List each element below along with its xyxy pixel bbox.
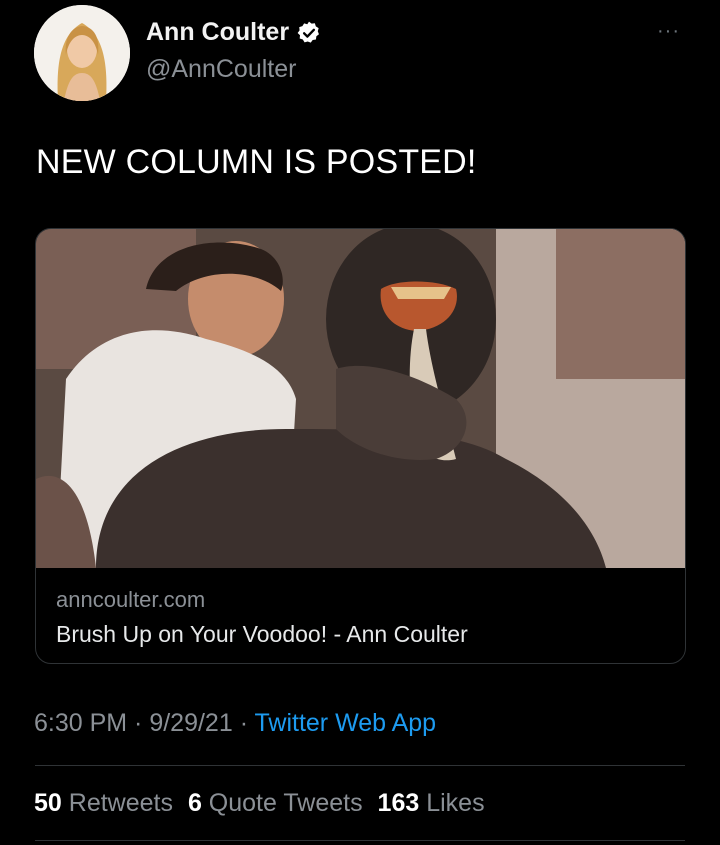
- author-name-row[interactable]: Ann Coulter: [146, 18, 322, 47]
- display-name[interactable]: Ann Coulter: [146, 18, 289, 47]
- likes-count: 163: [377, 789, 420, 817]
- link-card-image[interactable]: [36, 229, 685, 568]
- tweet-text: NEW COLUMN IS POSTED!: [36, 143, 477, 181]
- meta-separator: ·: [232, 709, 255, 737]
- tweet-date[interactable]: 9/29/21: [149, 709, 232, 737]
- retweets-label: Retweets: [68, 789, 173, 817]
- quote-tweets-stat[interactable]: 6 Quote Tweets: [188, 789, 363, 817]
- link-card-domain: anncoulter.com: [56, 587, 206, 612]
- avatar-image: [34, 5, 130, 101]
- link-card[interactable]: anncoulter.com Brush Up on Your Voodoo! …: [35, 228, 686, 664]
- tweet-source-link[interactable]: Twitter Web App: [255, 709, 437, 737]
- more-options-icon[interactable]: ···: [657, 20, 680, 43]
- tweet-time[interactable]: 6:30 PM: [34, 709, 127, 737]
- tweet-meta: 6:30 PM · 9/29/21 · Twitter Web App: [34, 709, 436, 738]
- engagement-stats: 50 Retweets 6 Quote Tweets 163 Likes: [34, 789, 493, 818]
- retweets-count: 50: [34, 789, 62, 817]
- retweets-stat[interactable]: 50 Retweets: [34, 789, 173, 817]
- verified-badge-icon: [297, 21, 320, 43]
- likes-label: Likes: [426, 789, 485, 817]
- handle[interactable]: @AnnCoulter: [146, 55, 296, 84]
- avatar[interactable]: [34, 5, 130, 101]
- quote-tweets-count: 6: [187, 789, 202, 817]
- divider: [35, 840, 685, 841]
- meta-separator: ·: [127, 709, 150, 737]
- divider: [35, 765, 685, 766]
- quote-tweets-label: Quote Tweets: [208, 789, 363, 817]
- likes-stat[interactable]: 163 Likes: [378, 789, 485, 817]
- link-card-title[interactable]: Brush Up on Your Voodoo! - Ann Coulter: [56, 621, 468, 648]
